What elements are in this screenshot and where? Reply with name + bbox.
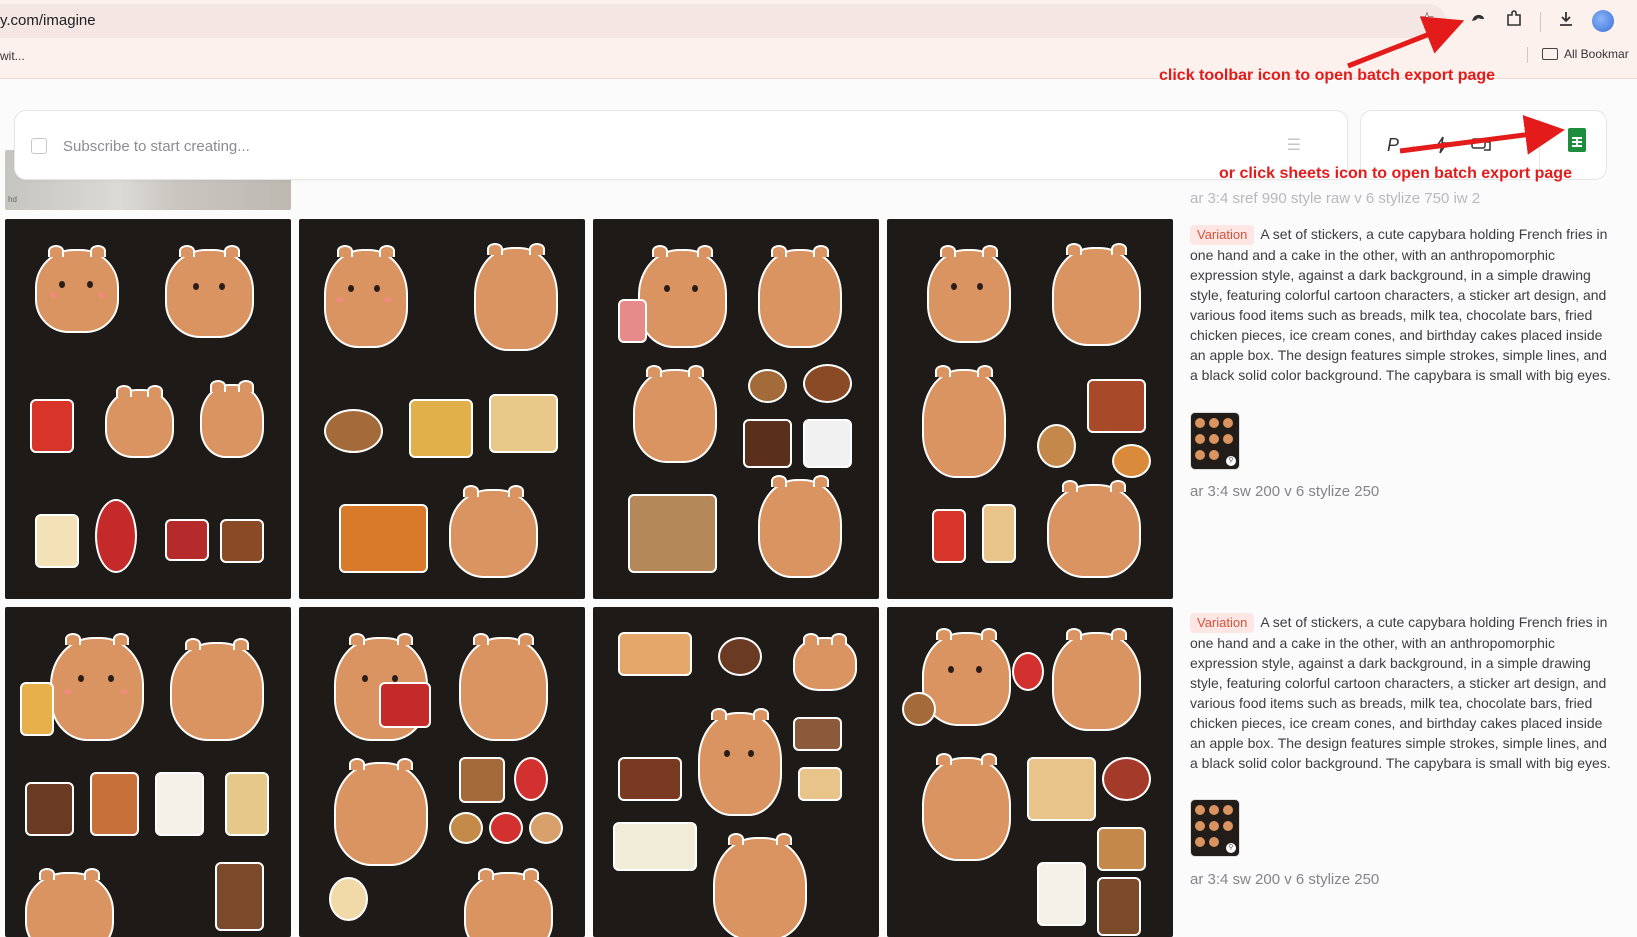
- toolbar-arrow: [1347, 16, 1465, 69]
- sheets-annotation: or click sheets icon to open batch expor…: [1219, 165, 1572, 182]
- annotation-arrows: [1347, 16, 1565, 155]
- toolbar-annotation: click toolbar icon to open batch export …: [1159, 67, 1496, 84]
- sheets-arrow: [1399, 115, 1565, 155]
